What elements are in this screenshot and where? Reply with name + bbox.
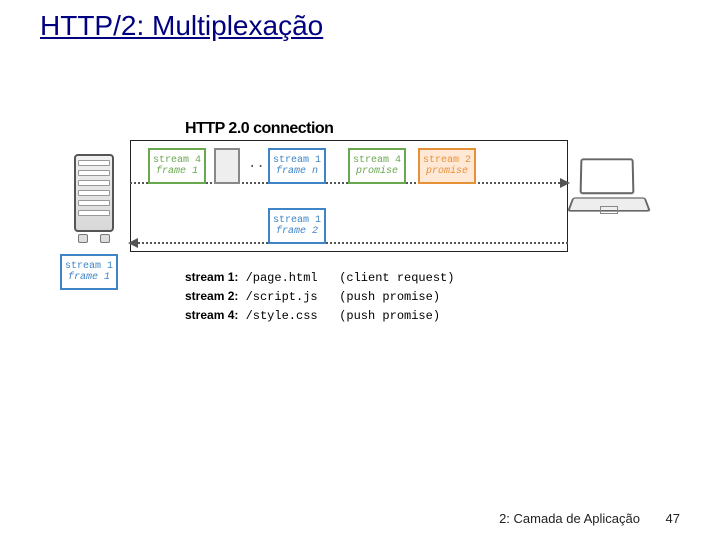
stream-row-2: stream 2: /script.js (push promise)	[185, 287, 454, 306]
frame-line2: frame 1	[62, 272, 116, 283]
frame-line1: stream 2	[420, 155, 474, 166]
frame-line2: frame n	[270, 166, 324, 177]
frame-line1: stream 4	[150, 155, 204, 166]
frame-line2: promise	[420, 166, 474, 177]
arrow-left-icon	[130, 242, 568, 244]
frame-stream4-frame1: stream 4 frame 1	[148, 148, 206, 184]
footer-chapter: 2: Camada de Aplicação	[499, 511, 640, 526]
laptop-icon	[570, 158, 648, 226]
frame-line2: promise	[350, 166, 404, 177]
frame-stream1-frame2: stream 1 frame 2	[268, 208, 326, 244]
frame-line1: stream 4	[350, 155, 404, 166]
frame-line1: stream 1	[270, 215, 324, 226]
connection-label: HTTP 2.0 connection	[185, 120, 333, 138]
server-icon	[70, 148, 128, 243]
frame-stream4-promise: stream 4 promise	[348, 148, 406, 184]
stream-row-3: stream 4: /style.css (push promise)	[185, 306, 454, 325]
frame-gray-gap	[214, 148, 240, 184]
frame-line1: stream 1	[62, 261, 116, 272]
frame-stream1-framen: stream 1 frame n	[268, 148, 326, 184]
page-title: HTTP/2: Multiplexação	[40, 10, 323, 42]
frame-stream1-frame1-external: stream 1 frame 1	[60, 254, 118, 290]
frame-stream2-promise: stream 2 promise	[418, 148, 476, 184]
frame-line2: frame 2	[270, 226, 324, 237]
stream-row-1: stream 1: /page.html (client request)	[185, 268, 454, 287]
frame-line2: frame 1	[150, 166, 204, 177]
stream-legend: stream 1: /page.html (client request) st…	[185, 268, 454, 325]
frame-line1: stream 1	[270, 155, 324, 166]
footer-page: 47	[666, 511, 680, 526]
